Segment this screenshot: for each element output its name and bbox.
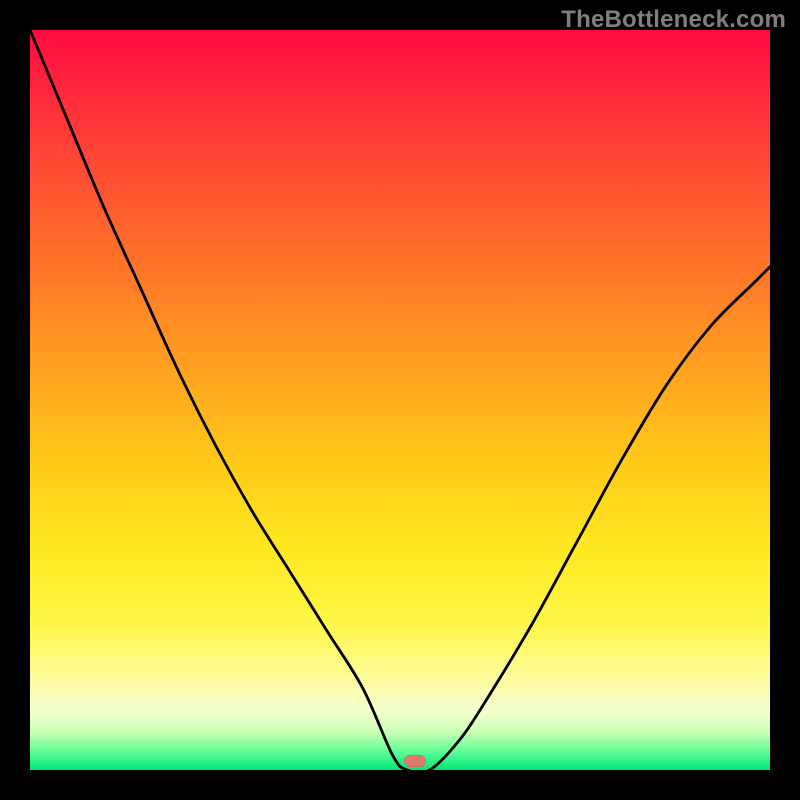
optimum-marker bbox=[404, 755, 426, 767]
watermark-text: TheBottleneck.com bbox=[561, 6, 786, 34]
chart-frame: TheBottleneck.com bbox=[0, 0, 800, 800]
bottleneck-curve-path bbox=[30, 30, 770, 770]
curve-svg bbox=[30, 30, 770, 770]
plot-area bbox=[30, 30, 770, 770]
